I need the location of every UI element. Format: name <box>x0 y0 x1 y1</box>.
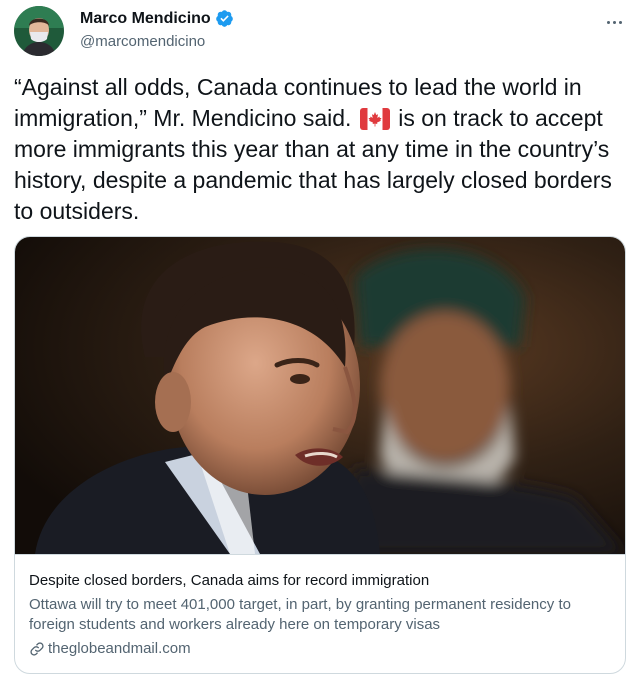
link-card-domain-row[interactable]: theglobeandmail.com <box>29 639 611 659</box>
link-card-title: Despite closed borders, Canada aims for … <box>29 572 430 589</box>
link-card-body[interactable]: Despite closed borders, Canada aims for … <box>15 554 625 673</box>
article-photo <box>15 237 625 554</box>
handle[interactable]: @marcomendicino <box>80 33 205 50</box>
tweet-text: “Against all odds, Canada continues to l… <box>14 72 624 227</box>
tweet[interactable]: Marco Mendicino @marcomendicino “Against… <box>0 0 640 682</box>
verified-badge-icon <box>215 10 233 27</box>
link-card-description: Ottawa will try to meet 401,000 target, … <box>29 596 571 633</box>
avatar[interactable] <box>14 6 64 56</box>
display-name[interactable]: Marco Mendicino <box>80 10 211 28</box>
link-card[interactable]: Despite closed borders, Canada aims for … <box>14 236 626 674</box>
link-icon <box>30 642 44 656</box>
link-card-domain[interactable]: theglobeandmail.com <box>48 639 191 659</box>
more-options-icon[interactable] <box>602 12 626 32</box>
canada-flag-icon <box>359 108 390 130</box>
